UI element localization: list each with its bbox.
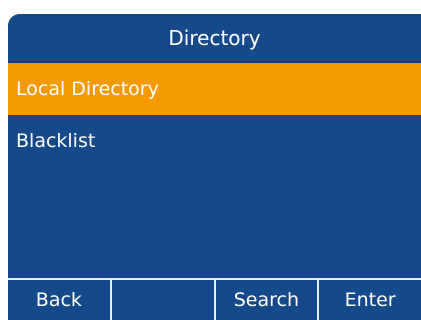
softkey-bar: Back Search Enter: [8, 278, 421, 320]
softkey-label: Search: [233, 289, 300, 311]
softkey-enter[interactable]: Enter: [317, 280, 421, 320]
page-title: Directory: [168, 25, 261, 50]
menu-item-local-directory[interactable]: Local Directory: [8, 63, 421, 115]
title-bar: Directory: [8, 14, 421, 61]
softkey-empty[interactable]: [109, 280, 214, 320]
softkey-back[interactable]: Back: [8, 280, 110, 320]
menu-item-blacklist[interactable]: Blacklist: [8, 115, 421, 167]
phone-screen: Directory Local Directory Blacklist Back…: [8, 14, 421, 320]
menu-item-label: Blacklist: [16, 130, 96, 152]
menu-item-label: Local Directory: [16, 78, 159, 100]
softkey-label: Back: [35, 289, 82, 311]
directory-menu: Local Directory Blacklist: [8, 63, 421, 167]
softkey-search[interactable]: Search: [213, 280, 318, 320]
softkey-label: Enter: [344, 289, 396, 311]
